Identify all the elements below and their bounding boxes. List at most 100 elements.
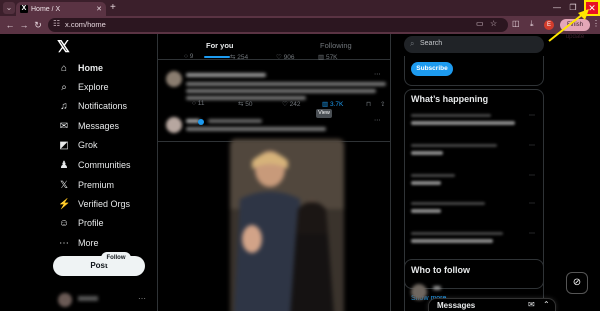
trend-more-icon[interactable]: ⋯: [529, 142, 535, 149]
trend-item[interactable]: ⋯: [411, 230, 535, 254]
cast-icon[interactable]: ▭: [476, 19, 484, 28]
trend-item[interactable]: ⋯: [411, 200, 535, 224]
nav-item-messages[interactable]: ✉ Messages: [58, 117, 119, 135]
top-view-count[interactable]: ▥ 57K: [318, 53, 338, 61]
premium-card: Subscribe: [404, 56, 544, 86]
reply-count[interactable]: ○ 11: [192, 100, 204, 107]
nav-item-label: Explore: [78, 82, 109, 92]
photo-content: [230, 139, 344, 311]
nav-item-home[interactable]: ⌂ Home: [58, 59, 103, 77]
search-input[interactable]: ⌕ Search: [404, 36, 544, 53]
sidebar-right: ⌕ Search Subscribe What’s happening ⋯ ⋯ …: [404, 34, 544, 311]
tab-close-icon[interactable]: ✕: [96, 5, 102, 13]
heart-icon: ♡: [282, 101, 290, 108]
timeline-tabs: ○ 9 ⇆ 254 ♡ 906 ▥ 57K For you Following: [158, 34, 390, 61]
suggested-user-avatar[interactable]: [411, 284, 427, 300]
tweet-handle-blurred: [208, 119, 262, 123]
downloads-icon[interactable]: ⤓: [530, 19, 534, 29]
nav-item-premium[interactable]: 𝕏 Premium: [58, 176, 114, 194]
tab-following[interactable]: Following: [320, 41, 352, 50]
messages-drawer-title: Messages: [437, 301, 476, 310]
nav-item-verified-orgs[interactable]: ⚡ Verified Orgs: [58, 195, 130, 213]
bookmark-star-icon[interactable]: ☆: [490, 19, 497, 28]
verified-badge-icon: [198, 119, 204, 125]
forward-button[interactable]: →: [18, 19, 30, 31]
nav-item-label: Profile: [78, 218, 104, 228]
messages-drawer[interactable]: Messages ✉ ⌃: [428, 298, 556, 311]
nav-item-explore[interactable]: ⌕ Explore: [58, 78, 109, 96]
trend-more-icon[interactable]: ⋯: [529, 200, 535, 207]
views-icon: ▥: [318, 54, 326, 61]
nav-item-label: Messages: [78, 121, 120, 131]
profile-avatar[interactable]: E: [544, 20, 554, 30]
browser-menu-icon[interactable]: ⋮: [592, 19, 600, 28]
tab-for-you[interactable]: For you: [206, 41, 234, 50]
tab-search-button[interactable]: ⌄: [3, 2, 15, 14]
heart-icon: ♡: [276, 54, 284, 61]
x-logo-icon: 𝕏: [59, 179, 69, 191]
back-button[interactable]: ←: [4, 19, 16, 31]
tab-title: Home / X: [31, 5, 61, 13]
site-info-icon[interactable]: ☷: [53, 19, 60, 28]
grok-fab-button[interactable]: ⊘: [566, 272, 588, 294]
nav-item-communities[interactable]: ♟ Communities: [58, 156, 131, 174]
top-reply-count[interactable]: ○ 9: [184, 53, 193, 60]
account-avatar[interactable]: [58, 293, 72, 307]
address-bar[interactable]: ☷ x.com/home ▭ ☆: [48, 18, 508, 32]
view-count[interactable]: ▥ 3.7K: [322, 100, 343, 108]
browser-tab[interactable]: X Home / X ✕: [16, 2, 106, 16]
people-icon: ♟: [59, 159, 69, 171]
nav-item-label: Communities: [78, 160, 131, 170]
nav-item-label: Grok: [78, 140, 98, 150]
follow-button[interactable]: Follow: [101, 252, 131, 264]
like-count[interactable]: ♡ 242: [282, 100, 301, 108]
nav-item-more[interactable]: ⋯ More: [58, 234, 99, 252]
reload-button[interactable]: ↻: [32, 19, 44, 31]
search-placeholder: Search: [420, 40, 443, 47]
top-like-count[interactable]: ♡ 906: [276, 53, 295, 61]
home-icon: ⌂: [60, 62, 68, 74]
tweet-photo-blurred[interactable]: [230, 139, 344, 311]
trend-more-icon[interactable]: ⋯: [529, 172, 535, 179]
search-icon: ⌕: [61, 81, 67, 93]
account-menu-icon[interactable]: ⋯: [138, 294, 146, 303]
share-icon[interactable]: ⇪: [380, 100, 385, 108]
browser-toolbar: ← → ↻ ☷ x.com/home ▭ ☆ ◫ ⤓ E Finish upda…: [0, 16, 600, 40]
trend-more-icon[interactable]: ⋯: [529, 112, 535, 119]
tweet-more-icon[interactable]: ⋯: [374, 70, 381, 78]
subscribe-button[interactable]: Subscribe: [411, 62, 453, 76]
tweet-author-avatar[interactable]: [166, 117, 182, 133]
new-message-icon[interactable]: ✉: [528, 300, 535, 309]
trend-item[interactable]: ⋯: [411, 172, 535, 196]
x-logo-icon[interactable]: 𝕏: [57, 37, 70, 57]
new-tab-button[interactable]: +: [110, 2, 116, 14]
nav-item-grok[interactable]: ◩ Grok: [58, 136, 98, 154]
top-repost-count[interactable]: ⇆ 254: [230, 53, 248, 61]
who-to-follow-title: Who to follow: [411, 265, 470, 275]
person-icon: ☺: [58, 217, 70, 229]
trends-title: What’s happening: [411, 94, 489, 104]
tweet-author-blurred: [186, 73, 266, 77]
trend-item[interactable]: ⋯: [411, 142, 535, 166]
nav-item-label: Notifications: [78, 101, 128, 111]
tweet-text-blurred: [186, 127, 326, 131]
extensions-icon[interactable]: ◫: [512, 19, 520, 28]
grok-icon: ◩: [59, 139, 69, 151]
post-button[interactable]: Post: [53, 256, 145, 276]
finish-update-button[interactable]: Finish update: [560, 19, 590, 40]
search-icon: ⌕: [410, 39, 415, 48]
minimize-button[interactable]: —: [550, 1, 564, 14]
expand-drawer-icon[interactable]: ⌃: [543, 300, 550, 309]
bookmark-icon[interactable]: ⊓: [366, 100, 371, 108]
tweet-more-icon[interactable]: ⋯: [374, 116, 381, 124]
browser-tab-strip: ⌄ X Home / X ✕ + — ❐ ✕: [0, 0, 600, 16]
nav-item-profile[interactable]: ☺ Profile: [58, 214, 104, 232]
repost-count[interactable]: ⇆ 50: [238, 100, 253, 108]
maximize-button[interactable]: ❐: [566, 1, 580, 14]
bell-icon: ♫: [60, 100, 68, 112]
window-close-button[interactable]: ✕: [584, 0, 600, 16]
trend-more-icon[interactable]: ⋯: [529, 230, 535, 237]
nav-item-notifications[interactable]: ♫ Notifications: [58, 97, 127, 115]
tweet-author-avatar[interactable]: [166, 71, 182, 87]
trend-item[interactable]: ⋯: [411, 112, 535, 136]
